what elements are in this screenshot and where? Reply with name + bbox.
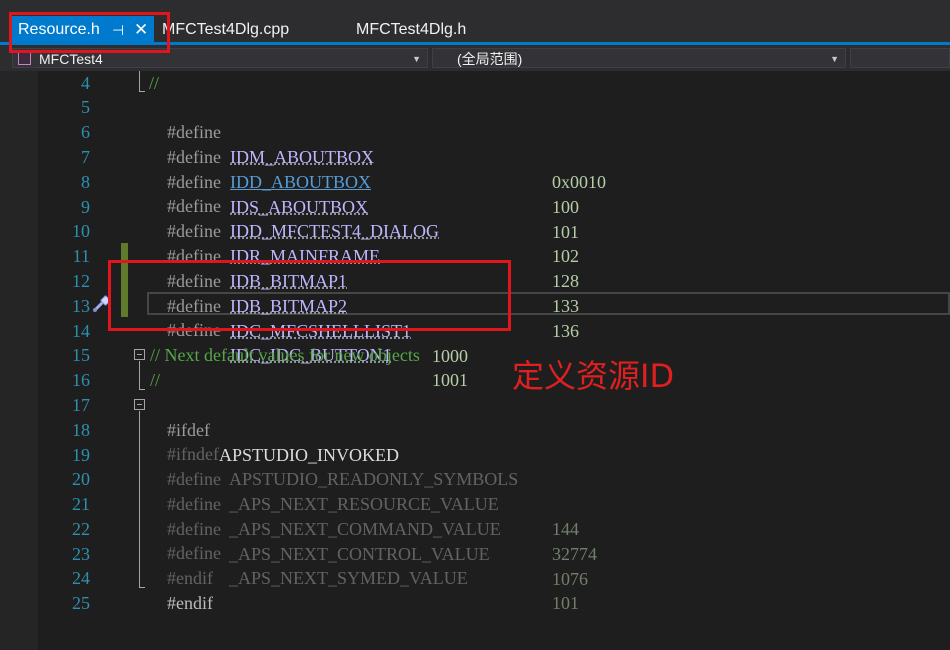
tab-label: MFCTest4Dlg.h (356, 21, 467, 38)
macro-identifier: IDD_MFCTEST4_DIALOG (230, 221, 439, 241)
line-number: 20 (72, 469, 90, 489)
annotation-box-tab (9, 12, 170, 53)
macro-identifier: APSTUDIO_READONLY_SYMBOLS (229, 469, 519, 489)
line-number: 10 (72, 221, 90, 241)
macro-identifier: IDD_ABOUTBOX (230, 172, 371, 192)
glyph-margin (0, 71, 38, 650)
macro-value: 102 (552, 246, 579, 266)
code-line-20: #define _APS_NEXT_COMMAND_VALUE 32774 (149, 467, 597, 564)
code-line-7: #define IDS_ABOUTBOX 101 (149, 145, 579, 242)
fold-guide (139, 389, 145, 390)
annotation-box-code (108, 260, 511, 331)
line-number: 6 (81, 122, 90, 142)
code-line-18: #ifndef APSTUDIO_READONLY_SYMBOLS (149, 417, 518, 489)
collapse-icon[interactable] (134, 399, 145, 410)
macro-value: 101 (552, 593, 579, 613)
annotation-label: 定义资源ID (512, 357, 675, 395)
project-icon (18, 52, 31, 65)
code-line-16: // (150, 370, 161, 390)
line-number: 18 (72, 420, 90, 440)
macro-identifier: _APS_NEXT_SYMED_VALUE (229, 568, 468, 588)
code-line-5: #define IDM_ABOUTBOX 0x0010 (149, 95, 606, 192)
macro-value: 1000 (432, 346, 468, 366)
code-line-8: #define IDD_MFCTEST4_DIALOG 102 (149, 169, 579, 266)
macro-value: 136 (552, 321, 579, 341)
code-line-19: #define _APS_NEXT_RESOURCE_VALUE 144 (149, 442, 579, 539)
code-line-6: #define IDD_ABOUTBOX 100 (149, 120, 579, 217)
macro-value: 0x0010 (552, 172, 606, 192)
line-number: 13 (72, 296, 90, 316)
macro-value: 32774 (552, 544, 597, 564)
line-number: 23 (72, 544, 90, 564)
chevron-down-icon: ▼ (830, 54, 839, 64)
fold-guide (139, 361, 140, 389)
macro-value: 128 (552, 271, 579, 291)
line-number: 4 (81, 73, 90, 93)
tab-mfctest4dlg-cpp[interactable]: MFCTest4Dlg.cpp (162, 16, 289, 44)
line-number: 8 (81, 172, 90, 192)
line-number: 9 (81, 197, 90, 217)
fold-guide (139, 91, 145, 92)
code-line-17: #ifdef APSTUDIO_INVOKED (149, 393, 399, 465)
macro-identifier: _APS_NEXT_COMMAND_VALUE (229, 519, 501, 539)
line-number: 5 (81, 97, 90, 117)
code-line-10: #define IDB_BITMAP1 133 (149, 219, 579, 316)
macro-value: 101 (552, 222, 579, 242)
code-line-9: #define IDR_MAINFRAME 128 (149, 194, 579, 291)
line-number: 22 (72, 519, 90, 539)
code-line-24: #endif (149, 566, 213, 613)
member-dropdown[interactable] (850, 48, 950, 68)
macro-value: 1001 (432, 370, 468, 390)
macro-identifier: APSTUDIO_INVOKED (219, 445, 399, 465)
line-number: 7 (81, 147, 90, 167)
fold-guide (139, 411, 140, 587)
code-line-23: #endif (149, 541, 213, 588)
macro-identifier: IDS_ABOUTBOX (230, 197, 369, 217)
macro-identifier: _APS_NEXT_CONTROL_VALUE (229, 544, 490, 564)
tab-label: MFCTest4Dlg.cpp (162, 21, 290, 38)
code-line-21: #define _APS_NEXT_CONTROL_VALUE 1076 (149, 492, 588, 589)
code-line-4: // (149, 73, 160, 93)
code-line-15: // Next default values for new objects (150, 345, 420, 365)
macro-value: 100 (552, 197, 579, 217)
macro-value: 1076 (552, 569, 588, 589)
macro-value: 133 (552, 296, 579, 316)
scope-name: (全局范围) (457, 51, 523, 67)
macro-identifier: _APS_NEXT_RESOURCE_VALUE (229, 494, 499, 514)
line-number: 17 (72, 395, 90, 415)
fold-guide (139, 587, 145, 588)
line-number: 19 (72, 445, 90, 465)
line-number: 24 (72, 568, 90, 588)
line-number: 21 (72, 494, 90, 514)
scope-dropdown[interactable]: (全局范围) ▼ (432, 48, 846, 68)
code-line-22: #define _APS_NEXT_SYMED_VALUE 101 (149, 516, 579, 613)
line-number: 12 (72, 271, 90, 291)
line-number-gutter: 4 5 6 7 8 9 10 11 12 13 14 15 16 17 18 1… (38, 71, 90, 650)
tab-mfctest4dlg-h[interactable]: MFCTest4Dlg.h (356, 16, 466, 44)
chevron-down-icon: ▼ (412, 54, 421, 64)
macro-value: 144 (552, 519, 579, 539)
line-number: 25 (72, 593, 90, 613)
preprocessor-keyword: #endif (167, 593, 213, 613)
line-number: 11 (72, 246, 90, 266)
collapse-icon[interactable] (134, 349, 145, 360)
macro-identifier: IDM_ABOUTBOX (230, 147, 374, 167)
line-number: 16 (72, 370, 90, 390)
line-number: 15 (72, 345, 90, 365)
line-number: 14 (72, 321, 90, 341)
fold-guide (139, 71, 140, 91)
